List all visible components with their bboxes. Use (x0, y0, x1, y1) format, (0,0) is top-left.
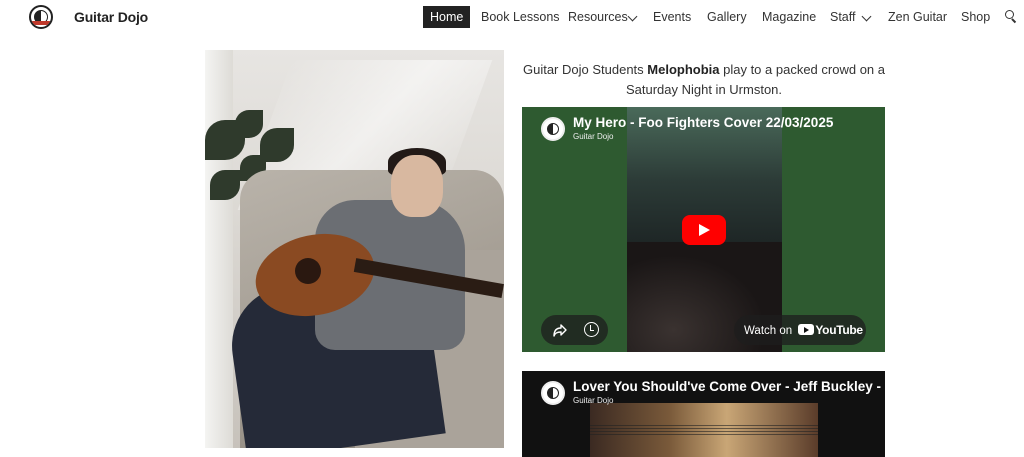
watch-on-label: Watch on (744, 325, 793, 337)
nav-zen-guitar[interactable]: Zen Guitar (888, 6, 947, 28)
plant-leaf (235, 110, 263, 138)
play-button[interactable] (682, 215, 726, 245)
channel-avatar[interactable] (541, 117, 565, 141)
nav-shop[interactable]: Shop (961, 6, 990, 28)
watch-later-clock-icon[interactable] (584, 322, 599, 337)
gig-caption: Guitar Dojo Students Melophobia play to … (522, 60, 886, 100)
guitar-strings (590, 425, 818, 435)
nav-book-lessons[interactable]: Book Lessons (481, 6, 560, 28)
yin-yang-icon (547, 123, 559, 135)
staff-chevron-down-icon[interactable] (861, 11, 872, 22)
plant-leaf (210, 170, 240, 200)
yin-yang-icon (547, 387, 559, 399)
video-channel[interactable]: Guitar Dojo (573, 396, 613, 405)
watch-on-youtube-button[interactable]: Watch on YouTube (734, 315, 866, 345)
guitarist-photo (205, 50, 504, 448)
search-icon[interactable] (1005, 10, 1017, 24)
play-icon (699, 224, 710, 236)
video-title[interactable]: Lover You Should've Come Over - Jeff Buc… (573, 379, 885, 394)
caption-band-name: Melophobia (647, 62, 720, 77)
video-channel[interactable]: Guitar Dojo (573, 132, 613, 141)
caption-prefix: Guitar Dojo Students (522, 62, 648, 77)
share-icon[interactable] (552, 322, 568, 338)
channel-avatar[interactable] (541, 381, 565, 405)
video-thumbnail (590, 403, 818, 457)
photo-window (205, 50, 233, 448)
resources-chevron-down-icon[interactable] (627, 11, 638, 22)
youtube-logo-icon (798, 324, 815, 335)
video-title[interactable]: My Hero - Foo Fighters Cover 22/03/2025 (573, 115, 833, 130)
youtube-embed-1[interactable]: My Hero - Foo Fighters Cover 22/03/2025 … (522, 107, 885, 352)
nav-magazine[interactable]: Magazine (762, 6, 816, 28)
nav-home[interactable]: Home (423, 6, 471, 28)
site-header: Guitar Dojo Home Book Lessons Resources … (0, 0, 1024, 34)
nav-resources[interactable]: Resources (568, 6, 628, 28)
guitar-soundhole (295, 258, 321, 284)
person-head (391, 155, 443, 217)
nav-gallery[interactable]: Gallery (707, 6, 747, 28)
nav-events[interactable]: Events (653, 6, 691, 28)
main-nav: Home Book Lessons Resources Events Galle… (0, 6, 1024, 28)
youtube-wordmark: YouTube (815, 323, 863, 337)
nav-staff[interactable]: Staff (830, 6, 855, 28)
youtube-embed-2[interactable]: Lover You Should've Come Over - Jeff Buc… (522, 371, 885, 457)
